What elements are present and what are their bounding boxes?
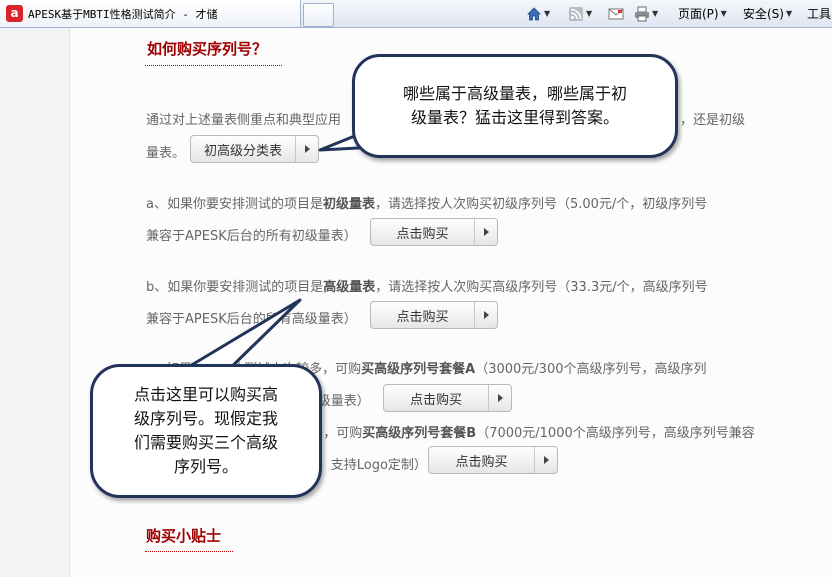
- arrow-right-icon: [474, 302, 497, 328]
- callout-line: 级量表？猛击这里得到答案。: [410, 108, 619, 127]
- rss-icon: [569, 6, 583, 21]
- safety-menu[interactable]: 安全(S) ▼: [743, 4, 792, 23]
- section-heading: 如何购买序列号？: [147, 40, 268, 58]
- classification-button-label: 初高级分类表: [203, 143, 282, 159]
- chevron-down-icon: ▼: [544, 9, 551, 18]
- buy-package-b-button[interactable]: 点击购买: [428, 446, 558, 474]
- item-b-line1: b、如果你要安排测试的项目是高级量表，请选择按人次购买高级序列号（33.3元/个…: [146, 280, 708, 295]
- arrow-right-icon: [474, 219, 497, 245]
- callout-line: 们需要购买三个高级: [133, 433, 278, 452]
- classification-table-button[interactable]: 初高级分类表: [190, 135, 319, 163]
- site-logo-icon: a: [6, 5, 23, 22]
- print-button[interactable]: ▼: [634, 4, 658, 23]
- intro-text-line1-tail: ，还是初级: [680, 113, 746, 128]
- tab-title: APESK基于MBTI性格测试简介 - 才储: [28, 7, 218, 21]
- item-b-line2: 兼容于APESK后台的所有高级量表）: [146, 312, 357, 327]
- buy-button-label: 点击购买: [396, 309, 449, 325]
- buy-advanced-serial-button[interactable]: 点击购买: [370, 301, 498, 329]
- mail-button[interactable]: [608, 4, 624, 23]
- buy-package-a-button[interactable]: 点击购买: [383, 384, 512, 412]
- chevron-down-icon: ▼: [785, 9, 793, 18]
- browser-tab[interactable]: a APESK基于MBTI性格测试简介 - 才储: [0, 0, 301, 27]
- left-gutter: [0, 28, 70, 577]
- item-a-line1: a、如果你要安排测试的项目是初级量表，请选择按人次购买初级序列号（5.00元/个…: [146, 197, 708, 212]
- callout-line: 点击这里可以购买高: [133, 385, 278, 404]
- tips-heading-underline: [145, 551, 233, 552]
- page-menu-label: 页面(P): [678, 7, 719, 21]
- buy-button-label: 点击购买: [455, 454, 508, 470]
- buy-button-label: 点击购买: [396, 226, 449, 242]
- tips-heading: 购买小贴士: [146, 527, 222, 545]
- browser-toolbar: a APESK基于MBTI性格测试简介 - 才储 ▼ ▼ ▼ 页面(P) ▼ 安…: [0, 0, 832, 28]
- printer-icon: [635, 6, 649, 21]
- heading-underline: [145, 65, 282, 66]
- callout-line: 序列号。: [173, 457, 238, 476]
- intro-text-line1: 通过对上述量表侧重点和典型应用: [146, 113, 342, 128]
- callout-line: 哪些属于高级量表，哪些属于初: [402, 84, 627, 103]
- safety-menu-label: 安全(S): [743, 7, 784, 21]
- arrow-right-icon: [534, 447, 557, 473]
- tools-menu-label: 工具: [807, 7, 832, 21]
- home-button[interactable]: ▼: [526, 4, 550, 23]
- feeds-button[interactable]: ▼: [568, 4, 592, 23]
- tooltip-callout-buy: 点击这里可以购买高 级序列号。现假定我 们需要购买三个高级 序列号。: [90, 364, 322, 498]
- chevron-down-icon: ▼: [586, 9, 593, 18]
- buy-button-label: 点击购买: [409, 392, 462, 408]
- chevron-down-icon: ▼: [652, 9, 659, 18]
- tools-menu[interactable]: 工具: [807, 4, 831, 23]
- intro-text-line2: 量表。: [146, 146, 186, 161]
- tooltip-callout-classification: 哪些属于高级量表，哪些属于初 级量表？猛击这里得到答案。: [352, 54, 678, 158]
- page-menu[interactable]: 页面(P) ▼: [678, 4, 727, 23]
- home-icon: [527, 6, 541, 20]
- arrow-right-icon: [488, 385, 511, 411]
- arrow-right-icon: [295, 136, 318, 162]
- chevron-down-icon: ▼: [720, 9, 727, 18]
- buy-basic-serial-button[interactable]: 点击购买: [370, 218, 498, 246]
- item-a-line2: 兼容于APESK后台的所有初级量表）: [146, 229, 357, 244]
- new-tab-button[interactable]: [303, 3, 334, 27]
- mail-icon: [608, 8, 624, 19]
- callout-line: 级序列号。现假定我: [133, 409, 278, 428]
